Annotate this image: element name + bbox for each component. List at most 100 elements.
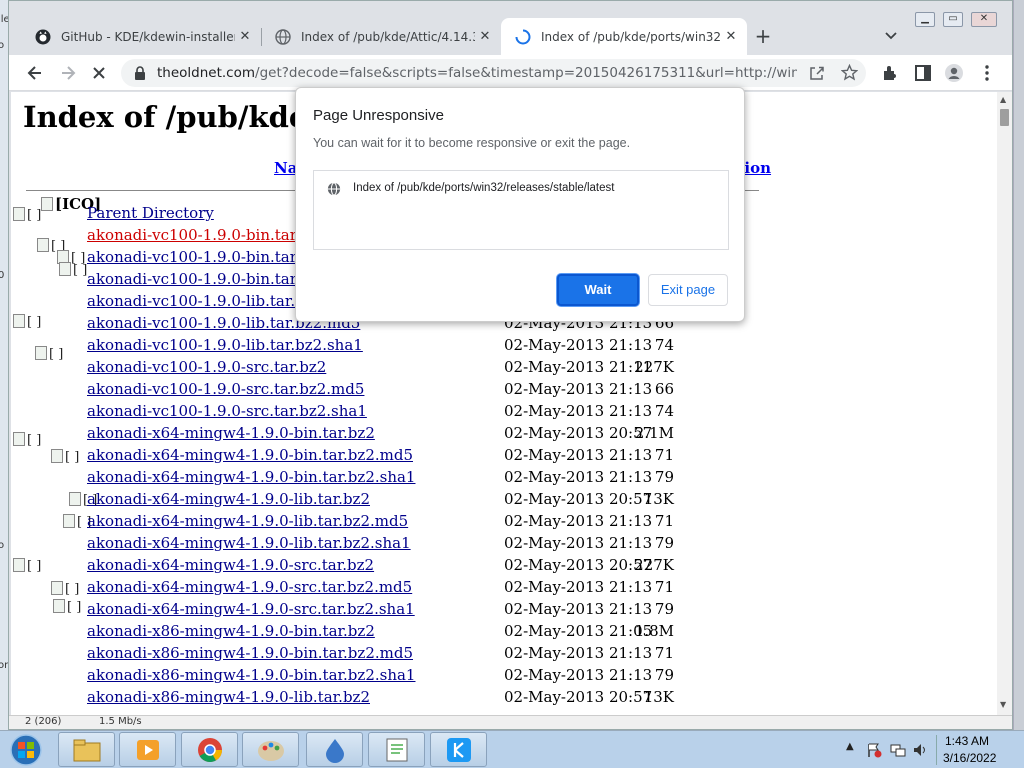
table-row: akonadi-x64-mingw4-1.9.0-bin.tar.bz2 02-M… [11,424,771,446]
table-row: akonadi-x86-mingw4-1.9.0-bin.tar.bz2.md5… [11,644,771,666]
taskbar-media-player[interactable] [119,732,176,767]
file-link[interactable]: akonadi-vc100-1.9.0-lib.tar.bz2 [87,292,322,310]
parent-directory-link[interactable]: Parent Directory [87,204,214,222]
scroll-down-icon[interactable]: ▼ [1000,700,1006,709]
status-text: 2 (206) [25,716,62,727]
tab-close-icon[interactable]: ✕ [235,29,255,44]
clock-time[interactable]: 1:43 AM [945,734,989,748]
scroll-up-icon[interactable]: ▲ [1000,95,1006,104]
table-row: akonadi-x64-mingw4-1.9.0-lib.tar.bz2.sha… [11,534,771,556]
file-link[interactable]: akonadi-x86-mingw4-1.9.0-bin.tar.bz2 [87,622,375,640]
back-arrow-icon[interactable] [25,63,45,83]
table-row: akonadi-vc100-1.9.0-src.tar.bz2.md5 02-Ma… [11,380,771,402]
start-button[interactable] [2,732,52,768]
scrollbar-thumb[interactable] [1000,109,1009,126]
file-size: 13K [643,688,674,706]
file-link[interactable]: akonadi-x64-mingw4-1.9.0-src.tar.bz2.sha… [87,600,415,618]
taskbar-kde[interactable] [430,732,487,767]
file-link[interactable]: akonadi-x64-mingw4-1.9.0-bin.tar.bz2.sha… [87,468,415,486]
tab-github[interactable]: GitHub - KDE/kdewin-installer at ✕ [21,18,261,55]
file-link[interactable]: akonadi-x86-mingw4-1.9.0-bin.tar.bz2.sha… [87,666,415,684]
more-menu-icon[interactable] [977,63,997,83]
tab-close-icon[interactable]: ✕ [475,29,495,44]
file-size: 13K [643,490,674,508]
file-link[interactable]: akonadi-vc100-1.9.0-lib.tar.bz2.sha1 [87,336,363,354]
file-link[interactable]: akonadi-vc100-1.9.0-src.tar.bz2.md5 [87,380,364,398]
file-link[interactable]: akonadi-vc100-1.9.0-bin.tar.bz2 [87,270,327,288]
clock-date[interactable]: 3/16/2022 [943,751,996,765]
file-size: 79 [654,600,674,618]
wait-button[interactable]: Wait [557,274,639,306]
page-unresponsive-dialog: Page Unresponsive You can wait for it to… [295,87,745,322]
show-hidden-icons-icon[interactable]: ▲ [846,741,854,752]
file-date: 02-May-2013 21:13 [504,380,653,398]
new-tab-button[interactable]: + [752,26,774,46]
file-link[interactable]: akonadi-x64-mingw4-1.9.0-bin.tar.bz2.md5 [87,446,413,464]
extensions-puzzle-icon[interactable] [880,63,900,83]
url-text: theoldnet.com/get?decode=false&scripts=f… [157,65,797,81]
file-link[interactable]: akonadi-x64-mingw4-1.9.0-lib.tar.bz2.md5 [87,512,408,530]
file-size: 74 [654,336,674,354]
taskbar-droplet-app[interactable] [306,732,363,767]
tab-strip: ▁ ▭ ✕ GitHub - KDE/kdewin-installer at ✕… [9,1,1012,55]
action-center-flag-icon[interactable] [866,742,882,758]
close-window-button[interactable]: ✕ [971,12,997,27]
maximize-button[interactable]: ▭ [943,12,963,27]
file-link[interactable]: akonadi-vc100-1.9.0-src.tar.bz2.sha1 [87,402,367,420]
file-size: 74 [654,402,674,420]
file-date: 02-May-2013 21:11 [504,358,653,376]
tab-close-icon[interactable]: ✕ [721,29,741,44]
globe-icon [275,28,291,45]
tab-title: Index of /pub/kde/ports/win32/r [541,29,721,44]
chevron-down-icon[interactable] [883,27,899,43]
unresponsive-page-item: Index of /pub/kde/ports/win32/releases/s… [353,182,615,194]
file-link[interactable]: akonadi-x86-mingw4-1.9.0-lib.tar.bz2 [87,688,370,706]
file-link[interactable]: akonadi-x86-mingw4-1.9.0-bin.tar.bz2.md5 [87,644,413,662]
table-row: akonadi-x64-mingw4-1.9.0-lib.tar.bz2 02-M… [11,490,771,512]
stop-loading-icon[interactable] [89,63,109,83]
page-title: Index of /pub/kde/p [23,100,339,134]
bookmark-star-icon[interactable] [841,64,858,81]
scrollbar[interactable]: ▲ ▼ [997,92,1012,715]
lock-icon[interactable] [134,66,146,80]
file-date: 02-May-2013 21:13 [504,666,653,684]
address-bar[interactable]: theoldnet.com/get?decode=false&scripts=f… [121,59,866,87]
media-player-icon [137,740,159,760]
file-link[interactable]: akonadi-vc100-1.9.0-bin.tar.bz2 [87,248,327,266]
network-icon[interactable] [890,742,906,758]
tab-attic-index[interactable]: Index of /pub/kde/Attic/4.14.3/sr ✕ [261,18,501,55]
taskbar-notepad[interactable] [368,732,425,767]
tab-win32-index[interactable]: Index of /pub/kde/ports/win32/r ✕ [501,18,747,55]
table-row: akonadi-x86-mingw4-1.9.0-lib.tar.bz2 02-M… [11,688,771,710]
file-link[interactable]: akonadi-vc100-1.9.0-bin.tar.bz2 [87,226,327,244]
forward-arrow-icon[interactable] [58,63,78,83]
file-date: 02-May-2013 21:13 [504,468,653,486]
taskbar-paint[interactable] [242,732,299,767]
share-icon[interactable] [809,65,825,81]
notepad-icon [386,738,408,762]
profile-avatar-icon[interactable] [944,63,964,83]
table-row: akonadi-x86-mingw4-1.9.0-bin.tar.bz2 02-M… [11,622,771,644]
taskbar-chrome[interactable] [181,732,238,767]
volume-icon[interactable] [912,742,928,758]
file-size: 79 [654,534,674,552]
file-link[interactable]: akonadi-x64-mingw4-1.9.0-src.tar.bz2.md5 [87,578,412,596]
file-link[interactable]: akonadi-vc100-1.9.0-src.tar.bz2 [87,358,326,376]
minimize-button[interactable]: ▁ [915,12,935,27]
file-link[interactable]: akonadi-x64-mingw4-1.9.0-lib.tar.bz2.sha… [87,534,411,552]
exit-page-button[interactable]: Exit page [648,274,728,306]
tab-title: GitHub - KDE/kdewin-installer at [61,29,235,44]
side-panel-icon[interactable] [913,63,933,83]
taskbar-explorer[interactable] [58,732,115,767]
file-link[interactable]: akonadi-x64-mingw4-1.9.0-src.tar.bz2 [87,556,374,574]
windows-explorer-icon [73,739,101,762]
file-link[interactable]: akonadi-x64-mingw4-1.9.0-lib.tar.bz2 [87,490,370,508]
background-window-edge [1013,0,1024,730]
browser-window: ▁ ▭ ✕ GitHub - KDE/kdewin-installer at ✕… [8,0,1013,730]
file-date: 02-May-2013 21:13 [504,512,653,530]
column-header-name[interactable]: Na [274,159,297,177]
desktop-edge: ileo0oore [0,0,8,730]
file-link[interactable]: akonadi-x64-mingw4-1.9.0-bin.tar.bz2 [87,424,375,442]
table-row: akonadi-x64-mingw4-1.9.0-bin.tar.bz2.md5… [11,446,771,468]
table-row: akonadi-x86-mingw4-1.9.0-bin.tar.bz2.sha… [11,666,771,688]
